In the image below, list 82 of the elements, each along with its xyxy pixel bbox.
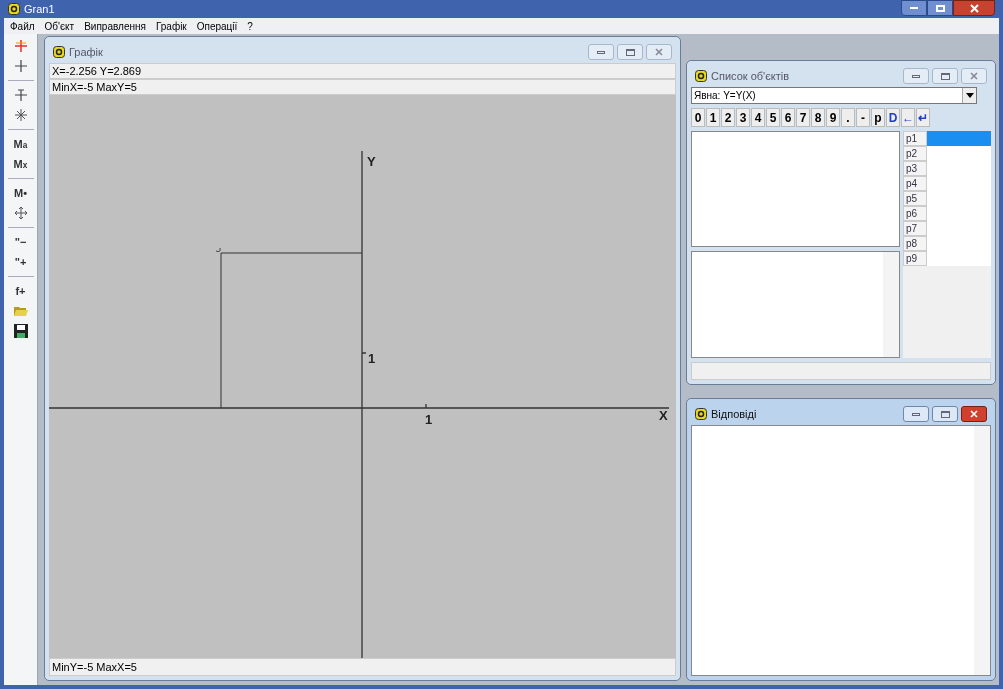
maximize-button[interactable] — [932, 406, 958, 422]
close-icon — [970, 72, 978, 80]
menu-item[interactable]: Виправлення — [84, 18, 146, 34]
axis-label: Y — [367, 155, 376, 168]
key-button[interactable]: . — [841, 108, 855, 127]
key-button[interactable]: 4 — [751, 108, 765, 127]
window-title: Відповіді — [711, 406, 757, 422]
tool-button[interactable]: M• — [7, 183, 34, 203]
save-icon[interactable] — [12, 323, 29, 339]
window-title: Графік — [69, 44, 103, 60]
menu-item[interactable]: Графік — [155, 18, 187, 34]
menu-item[interactable]: Об'єкт — [44, 18, 75, 34]
close-icon — [655, 48, 663, 56]
text-area[interactable] — [691, 251, 900, 358]
key-button[interactable]: 3 — [736, 108, 750, 127]
parameter-field[interactable] — [927, 131, 991, 146]
scrollbar[interactable] — [883, 252, 899, 357]
tool-button[interactable]: "− — [7, 232, 34, 252]
minimize-button[interactable] — [588, 44, 614, 60]
axis-label: X — [659, 409, 668, 422]
minimize-button[interactable] — [901, 0, 927, 16]
maximize-button[interactable] — [932, 68, 958, 84]
parameter-label: p8 — [903, 236, 927, 251]
key-button[interactable]: ← — [901, 108, 915, 127]
key-button[interactable]: 1 — [706, 108, 720, 127]
key-button[interactable]: 7 — [796, 108, 810, 127]
parameter-label: p3 — [903, 161, 927, 176]
move-icon[interactable] — [12, 205, 29, 221]
cross-icon[interactable] — [12, 38, 29, 54]
minimize-button[interactable] — [903, 406, 929, 422]
text-area[interactable] — [691, 131, 900, 247]
parameter-label: p6 — [903, 206, 927, 221]
key-button[interactable]: p — [871, 108, 885, 127]
close-icon — [970, 410, 978, 418]
parameter-field[interactable] — [927, 146, 991, 161]
close-button[interactable] — [953, 0, 995, 16]
tick-label: 1 — [368, 352, 376, 365]
key-button[interactable]: 2 — [721, 108, 735, 127]
maximize-button[interactable] — [927, 0, 953, 16]
menu-item[interactable]: Операції — [196, 18, 238, 34]
key-button[interactable]: 9 — [826, 108, 840, 127]
maximize-button[interactable] — [617, 44, 643, 60]
parameter-field[interactable] — [927, 251, 991, 266]
key-button[interactable]: - — [856, 108, 870, 127]
cursor-coordinates: X=-2.256 Y=2.869 — [49, 63, 676, 79]
asterisk-icon[interactable] — [12, 107, 29, 123]
app-icon — [53, 46, 65, 58]
caret-icon — [962, 88, 976, 103]
scrollbar[interactable] — [974, 426, 990, 675]
tick-label: 1 — [425, 413, 433, 426]
menu-item[interactable]: Файл — [10, 18, 35, 34]
key-button[interactable]: 5 — [766, 108, 780, 127]
window-title: Gran1 — [24, 1, 55, 17]
plot-limits: MinX=-5 MaxY=5 — [49, 79, 676, 95]
key-button[interactable]: ↵ — [916, 108, 930, 127]
close-button[interactable] — [961, 406, 987, 422]
close-icon — [969, 3, 979, 13]
parameter-label: p4 — [903, 176, 927, 191]
key-button[interactable]: 0 — [691, 108, 705, 127]
app-icon — [695, 408, 707, 420]
dropdown-value: Явна: Y=Y(X) — [693, 89, 757, 103]
parameter-label: p7 — [903, 221, 927, 236]
app-icon — [695, 70, 707, 82]
plot-limits: MinY=-5 MaxX=5 — [49, 658, 676, 676]
plus-icon[interactable] — [12, 58, 29, 74]
app-icon — [8, 3, 20, 15]
key-button[interactable]: 6 — [781, 108, 795, 127]
key-button[interactable]: D — [886, 108, 900, 127]
tool-button[interactable]: M$_{a}$ — [7, 134, 34, 154]
tool-button[interactable]: "+ — [7, 252, 34, 272]
crosshair-icon[interactable] — [12, 87, 29, 103]
parameter-label: p2 — [903, 146, 927, 161]
type-dropdown[interactable]: Явна: Y=Y(X) — [691, 87, 977, 104]
tool-button[interactable]: M$_{x}$ — [7, 154, 34, 174]
key-button[interactable]: 8 — [811, 108, 825, 127]
window-title: Список об'єктів — [711, 68, 790, 84]
tool-button[interactable]: f+ — [7, 281, 34, 301]
menu-item[interactable]: ? — [247, 18, 253, 34]
parameter-label: p5 — [903, 191, 927, 206]
parameter-label: p9 — [903, 251, 927, 266]
parameter-label: p1 — [903, 131, 927, 146]
minimize-button[interactable] — [903, 68, 929, 84]
